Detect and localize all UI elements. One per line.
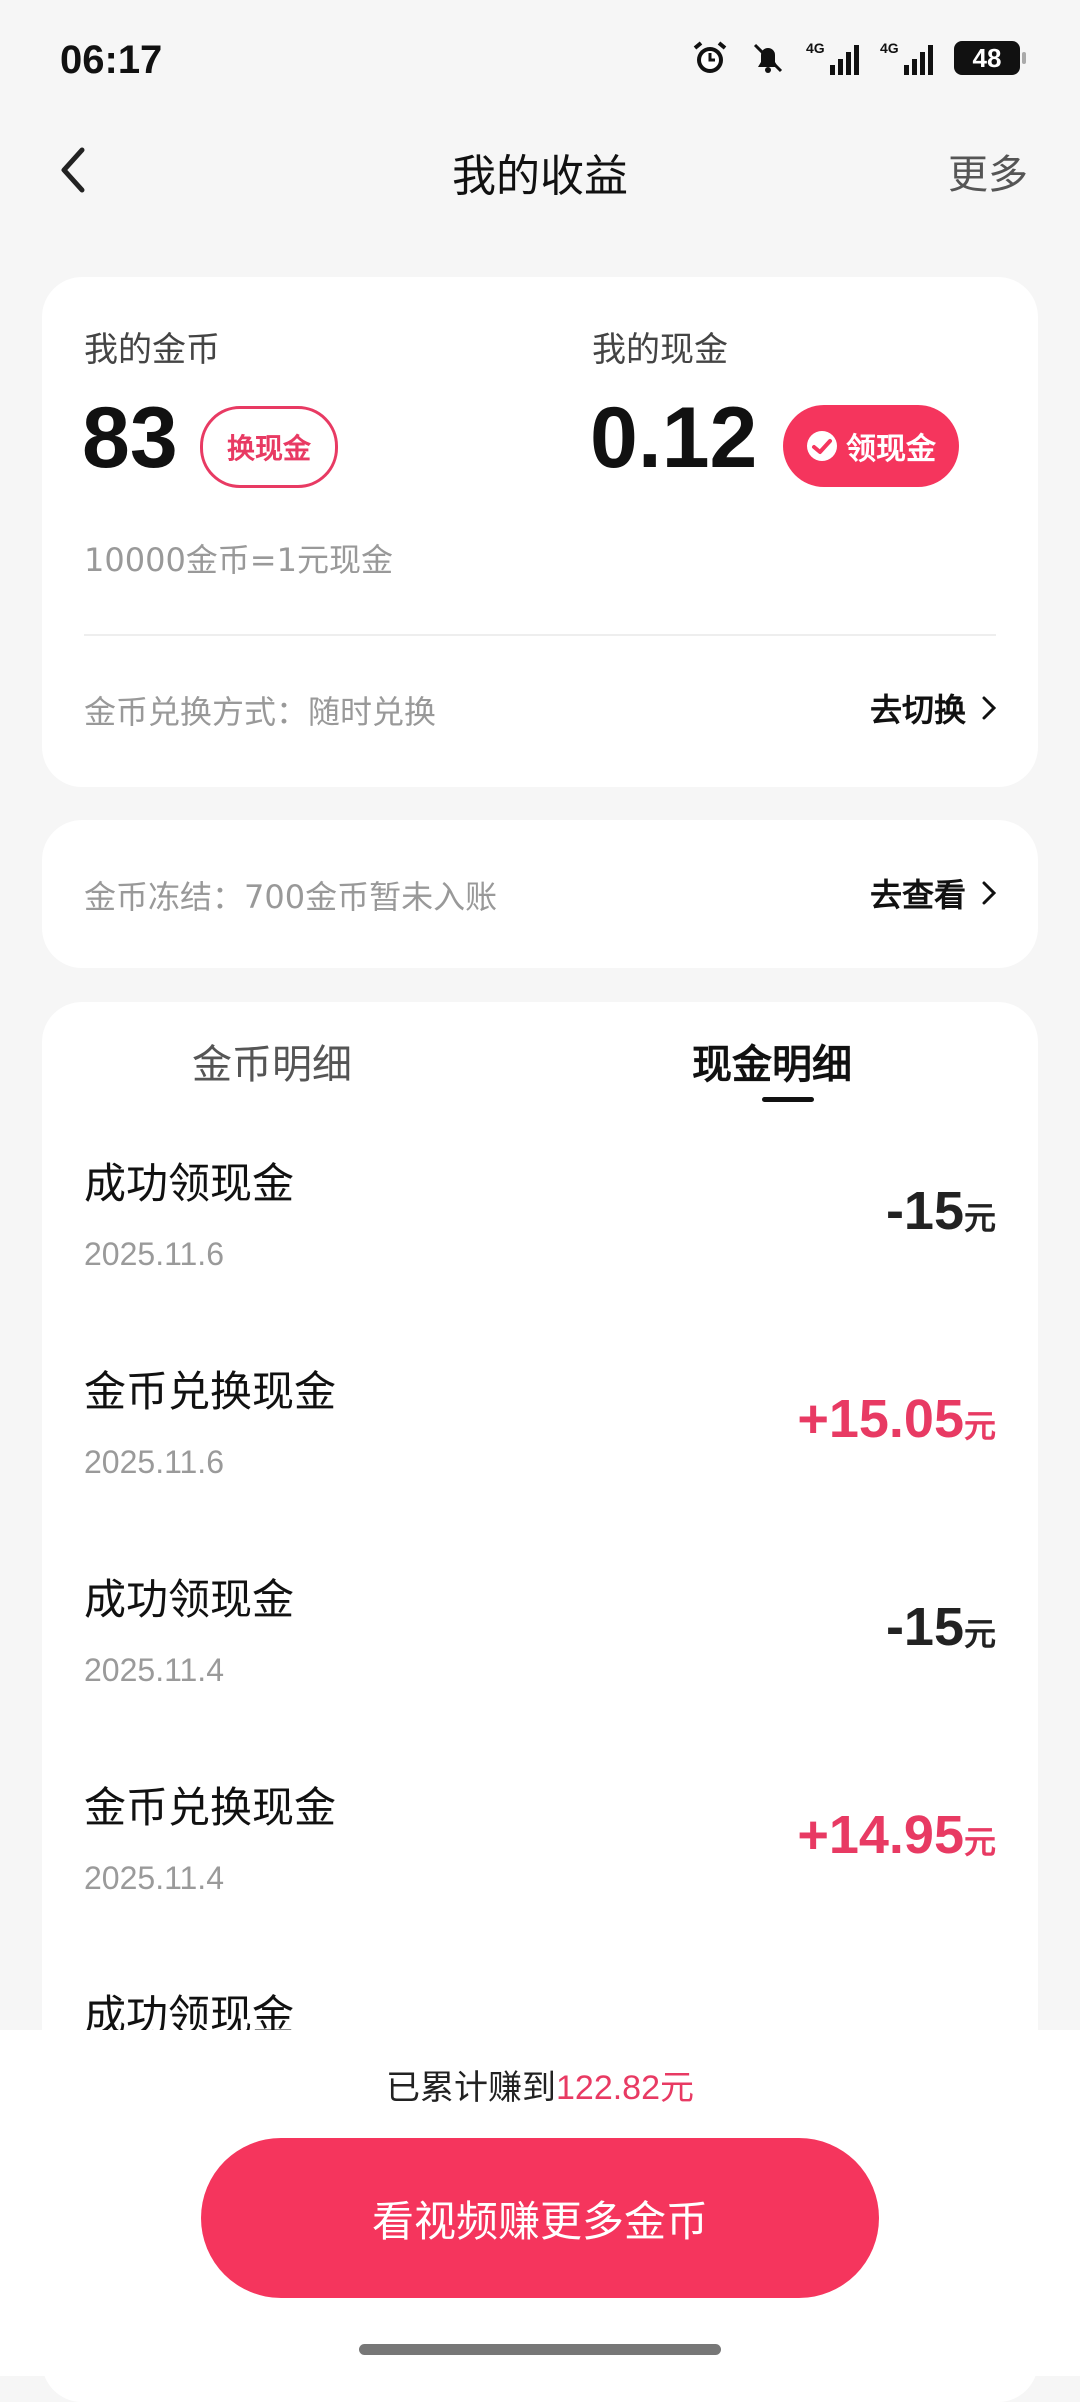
tab-active-indicator [762,1097,814,1102]
claim-cash-button[interactable]: 领现金 [783,405,959,487]
amount-unit: 元 [963,1824,996,1860]
check-icon [807,431,837,461]
earned-value: 122.82元 [556,2069,694,2107]
exchange-cash-button[interactable]: 换现金 [200,406,338,488]
earned-prefix: 已累计赚到 [386,2068,556,2108]
transaction-amount: +15.05元 [797,1388,996,1450]
view-frozen-label: 去查看 [869,876,966,914]
bell-off-icon [748,38,788,78]
watch-video-button[interactable]: 看视频赚更多金币 [201,2138,879,2298]
total-earned: 已累计赚到122.82元 [0,2060,1080,2109]
list-item[interactable]: 成功领现金 2025.11.4 -15元 [84,1566,996,1736]
signal-icon: 4G [806,38,862,78]
frozen-text: 金币冻结：700金币暂未入账 [84,878,498,916]
more-button[interactable]: 更多 [948,142,1028,200]
coins-value: 83 [82,390,178,486]
battery-icon: 48 [954,41,1026,75]
status-time: 06:17 [60,38,163,82]
list-item[interactable]: 金币兑换现金 2025.11.6 +15.05元 [84,1358,996,1528]
exchange-method: 金币兑换方式：随时兑换 [84,693,437,731]
chevron-right-icon [982,881,997,905]
amount-value: -15 [885,1181,964,1241]
amount-unit: 元 [963,1408,996,1444]
page-title: 我的收益 [452,151,628,202]
transaction-date: 2025.11.6 [84,1444,224,1480]
transaction-date: 2025.11.4 [84,1860,224,1896]
transaction-date: 2025.11.6 [84,1236,224,1272]
divider [84,634,996,636]
rate-note: 10000金币=1元现金 [84,541,393,579]
transaction-title: 金币兑换现金 [84,1367,337,1416]
network-label: 4G [880,40,899,56]
amount-value: +15.05 [797,1389,964,1449]
amount-value: -15 [885,1597,964,1657]
status-icons: 4G 4G 48 [690,38,1026,78]
tab-cash-detail[interactable]: 现金明细 [662,1032,882,1090]
earnings-summary-card: 我的金币 83 换现金 我的现金 0.12 领现金 10000金币=1元现金 金… [42,277,1038,787]
cash-value: 0.12 [590,390,758,486]
amount-unit: 元 [963,1200,996,1236]
chevron-right-icon [982,696,997,720]
claim-cash-label: 领现金 [846,432,936,467]
transaction-title: 成功领现金 [84,1575,295,1624]
cash-label: 我的现金 [592,330,728,370]
transaction-title: 金币兑换现金 [84,1783,337,1832]
transaction-amount: +14.95元 [797,1804,996,1866]
amount-value: +14.95 [797,1805,964,1865]
transaction-date: 2025.11.4 [84,1652,224,1688]
transaction-amount: -15元 [886,1180,996,1242]
switch-exchange-label: 去切换 [869,691,966,729]
switch-exchange-link[interactable]: 去切换 [870,685,998,731]
signal-icon: 4G [880,38,936,78]
amount-unit: 元 [963,1616,996,1652]
transaction-amount: -15元 [886,1596,996,1658]
list-item[interactable]: 成功领现金 2025.11.6 -15元 [84,1150,996,1320]
transaction-title: 成功领现金 [84,1159,295,1208]
network-label: 4G [806,40,825,56]
view-frozen-link[interactable]: 去查看 [870,870,998,916]
coins-label: 我的金币 [84,330,220,370]
home-indicator[interactable] [359,2344,721,2355]
frozen-coins-card: 金币冻结：700金币暂未入账 去查看 [42,820,1038,968]
tab-coin-detail[interactable]: 金币明细 [162,1032,382,1090]
alarm-icon [690,38,730,78]
list-item[interactable]: 金币兑换现金 2025.11.4 +14.95元 [84,1774,996,1944]
